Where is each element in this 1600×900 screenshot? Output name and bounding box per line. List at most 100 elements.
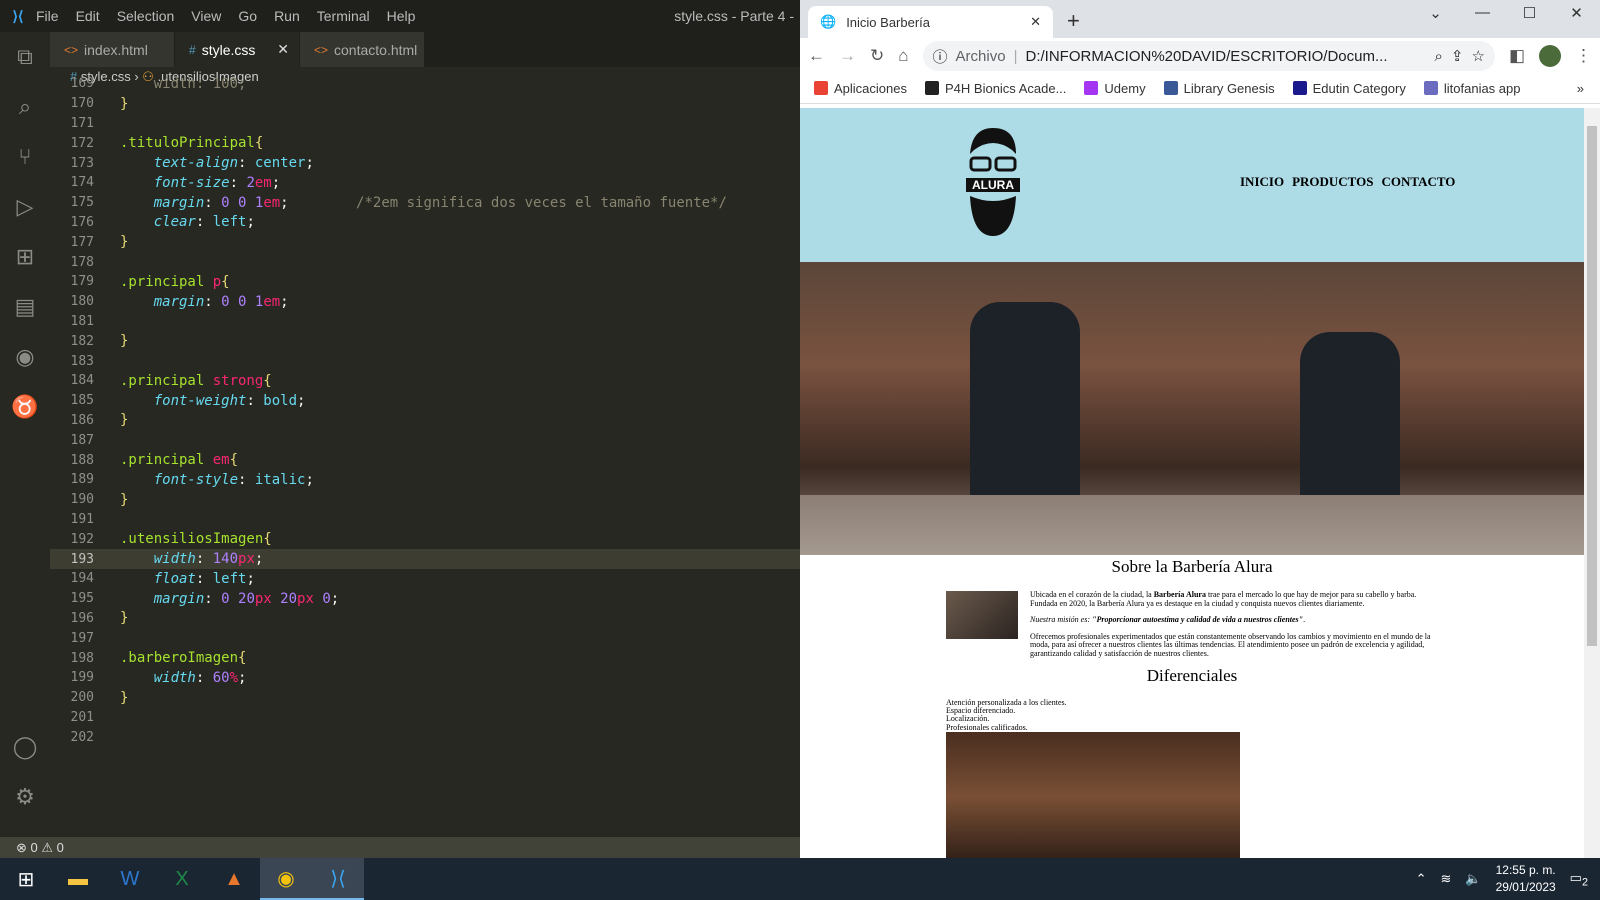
code-line[interactable]: 198 .barberoImagen{ [50,648,800,668]
bookmarks-more-icon[interactable]: » [1577,81,1584,96]
code-line[interactable]: 176 clear: left; [50,213,800,233]
code-line[interactable]: 189 font-style: italic; [50,470,800,490]
nav-inicio[interactable]: INICIO [1240,174,1284,190]
back-icon[interactable]: ← [808,46,825,66]
account-icon[interactable]: ◯ [0,722,50,772]
code-line[interactable]: 177} [50,232,800,252]
code-line[interactable]: 193 width: 140 px; [50,549,800,569]
extensions-icon[interactable]: ⊞ [0,232,50,282]
maximize-button[interactable]: ☐ [1506,0,1553,22]
more-menu-icon[interactable]: ⋮ [1575,46,1592,66]
wifi-icon[interactable]: ≋ [1441,871,1452,887]
volume-icon[interactable]: 🔈 [1465,871,1481,887]
code-line[interactable]: 191 [50,510,800,530]
menu-help[interactable]: Help [387,8,416,24]
code-line[interactable]: 195 margin: 0 20 px 20 px 0; [50,589,800,609]
tray-chevron-icon[interactable]: ⌃ [1416,871,1427,887]
code-line[interactable]: 201 [50,708,800,728]
chrome-icon[interactable]: ◉ [260,858,312,900]
tab-index-html[interactable]: <> index.html [50,32,174,67]
code-line[interactable]: 197 [50,628,800,648]
close-window-button[interactable]: ✕ [1553,0,1600,22]
share-icon[interactable]: ⇪ [1451,47,1464,65]
gitlab-icon[interactable]: ♉ [0,382,50,432]
error-icon[interactable]: ⊗ [16,840,27,856]
menu-view[interactable]: View [191,8,221,24]
menu-terminal[interactable]: Terminal [317,8,370,24]
url-text[interactable]: D:/INFORMACION%20DAVID/ESCRITORIO/Docum.… [1025,48,1387,65]
search-icon[interactable]: ⌕ [0,82,50,132]
page-scrollbar[interactable] [1584,108,1600,858]
menu-go[interactable]: Go [238,8,257,24]
run-debug-icon[interactable]: ▷ [0,182,50,232]
code-line[interactable]: 181 [50,312,800,332]
matlab-icon[interactable]: ▲ [208,858,260,900]
code-line[interactable]: 200} [50,688,800,708]
tab-search-icon[interactable]: ⌄ [1412,0,1459,22]
code-line[interactable]: 199 width: 60%; [50,668,800,688]
reload-icon[interactable]: ↻ [870,46,884,66]
remote-explorer-icon[interactable]: ▤ [0,282,50,332]
code-line[interactable]: 173 text-align: center; [50,153,800,173]
code-line[interactable]: 169 width: 100; [50,74,800,94]
browser-tab[interactable]: 🌐 Inicio Barbería ✕ [808,6,1053,38]
error-count[interactable]: 0 [31,840,38,855]
menu-run[interactable]: Run [274,8,300,24]
code-line[interactable]: 196} [50,609,800,629]
tab-contacto-html[interactable]: <> contacto.html [300,32,424,67]
notifications-icon[interactable]: ▭2 [1570,870,1588,889]
bookmark[interactable]: Edutin Category [1292,81,1406,96]
code-line[interactable]: 184 .principal strong{ [50,371,800,391]
excel-icon[interactable]: X [156,858,208,900]
file-explorer-icon[interactable]: ▬ [52,858,104,900]
code-editor[interactable]: 169 width: 100; 170} 171 172 .tituloPrincipa… [50,74,800,837]
code-line[interactable]: 178 [50,252,800,272]
menu-file[interactable]: File [36,8,59,24]
profile-avatar[interactable] [1539,45,1561,67]
code-line[interactable]: 202 [50,727,800,747]
code-line[interactable]: 170} [50,94,800,114]
nav-productos[interactable]: PRODUCTOS [1292,174,1373,190]
bookmark[interactable]: Library Genesis [1163,81,1275,96]
warning-icon[interactable]: ⚠ [41,840,53,856]
address-bar[interactable]: ⓘ Archivo | D:/INFORMACION%20DAVID/ESCRI… [922,41,1495,71]
warning-count[interactable]: 0 [57,840,64,855]
tab-style-css[interactable]: # style.css ✕ [175,32,299,67]
bookmark-star-icon[interactable]: ☆ [1471,47,1484,65]
code-line[interactable]: 180 margin: 0 0 1 em; [50,292,800,312]
bookmark[interactable]: litofanias app [1423,81,1521,96]
new-tab-button[interactable]: + [1067,8,1080,34]
explorer-icon[interactable]: ⧉ [0,32,50,82]
github-icon[interactable]: ◉ [0,332,50,382]
bookmark[interactable]: Udemy [1084,81,1146,96]
code-line[interactable]: 182} [50,331,800,351]
clock[interactable]: 12:55 p. m. 29/01/2023 [1496,862,1556,896]
vscode-taskbar-icon[interactable]: ⟩⟨ [312,858,364,900]
word-icon[interactable]: W [104,858,156,900]
nav-contacto[interactable]: CONTACTO [1381,174,1455,190]
settings-gear-icon[interactable]: ⚙ [0,772,50,822]
menu-selection[interactable]: Selection [117,8,175,24]
code-line[interactable]: 175 margin: 0 0 1 em; /*2em significa dos… [50,193,800,213]
minimize-button[interactable]: — [1459,0,1506,21]
code-line[interactable]: 187 [50,430,800,450]
code-line[interactable]: 186} [50,411,800,431]
source-control-icon[interactable]: ⑂ [0,132,50,182]
code-line[interactable]: 172 .tituloPrincipal{ [50,133,800,153]
close-tab-icon[interactable]: ✕ [1030,14,1041,30]
forward-icon[interactable]: → [839,46,856,66]
close-tab-icon[interactable]: ✕ [277,41,289,58]
menu-edit[interactable]: Edit [76,8,100,24]
code-line[interactable]: 194 float: left; [50,569,800,589]
code-line[interactable]: 192 .utensiliosImagen{ [50,529,800,549]
zoom-icon[interactable]: ⌕ [1435,48,1443,65]
start-windows-icon[interactable]: ⊞ [0,858,52,900]
code-line[interactable]: 171 [50,114,800,134]
bookmark[interactable]: Aplicaciones [814,81,907,96]
code-line[interactable]: 185 font-weight: bold; [50,391,800,411]
home-icon[interactable]: ⌂ [898,46,908,66]
code-line[interactable]: 183 [50,351,800,371]
bookmark[interactable]: P4H Bionics Acade... [925,81,1066,96]
code-line[interactable]: 188 .principal em{ [50,450,800,470]
side-panel-icon[interactable]: ◧ [1509,46,1525,66]
